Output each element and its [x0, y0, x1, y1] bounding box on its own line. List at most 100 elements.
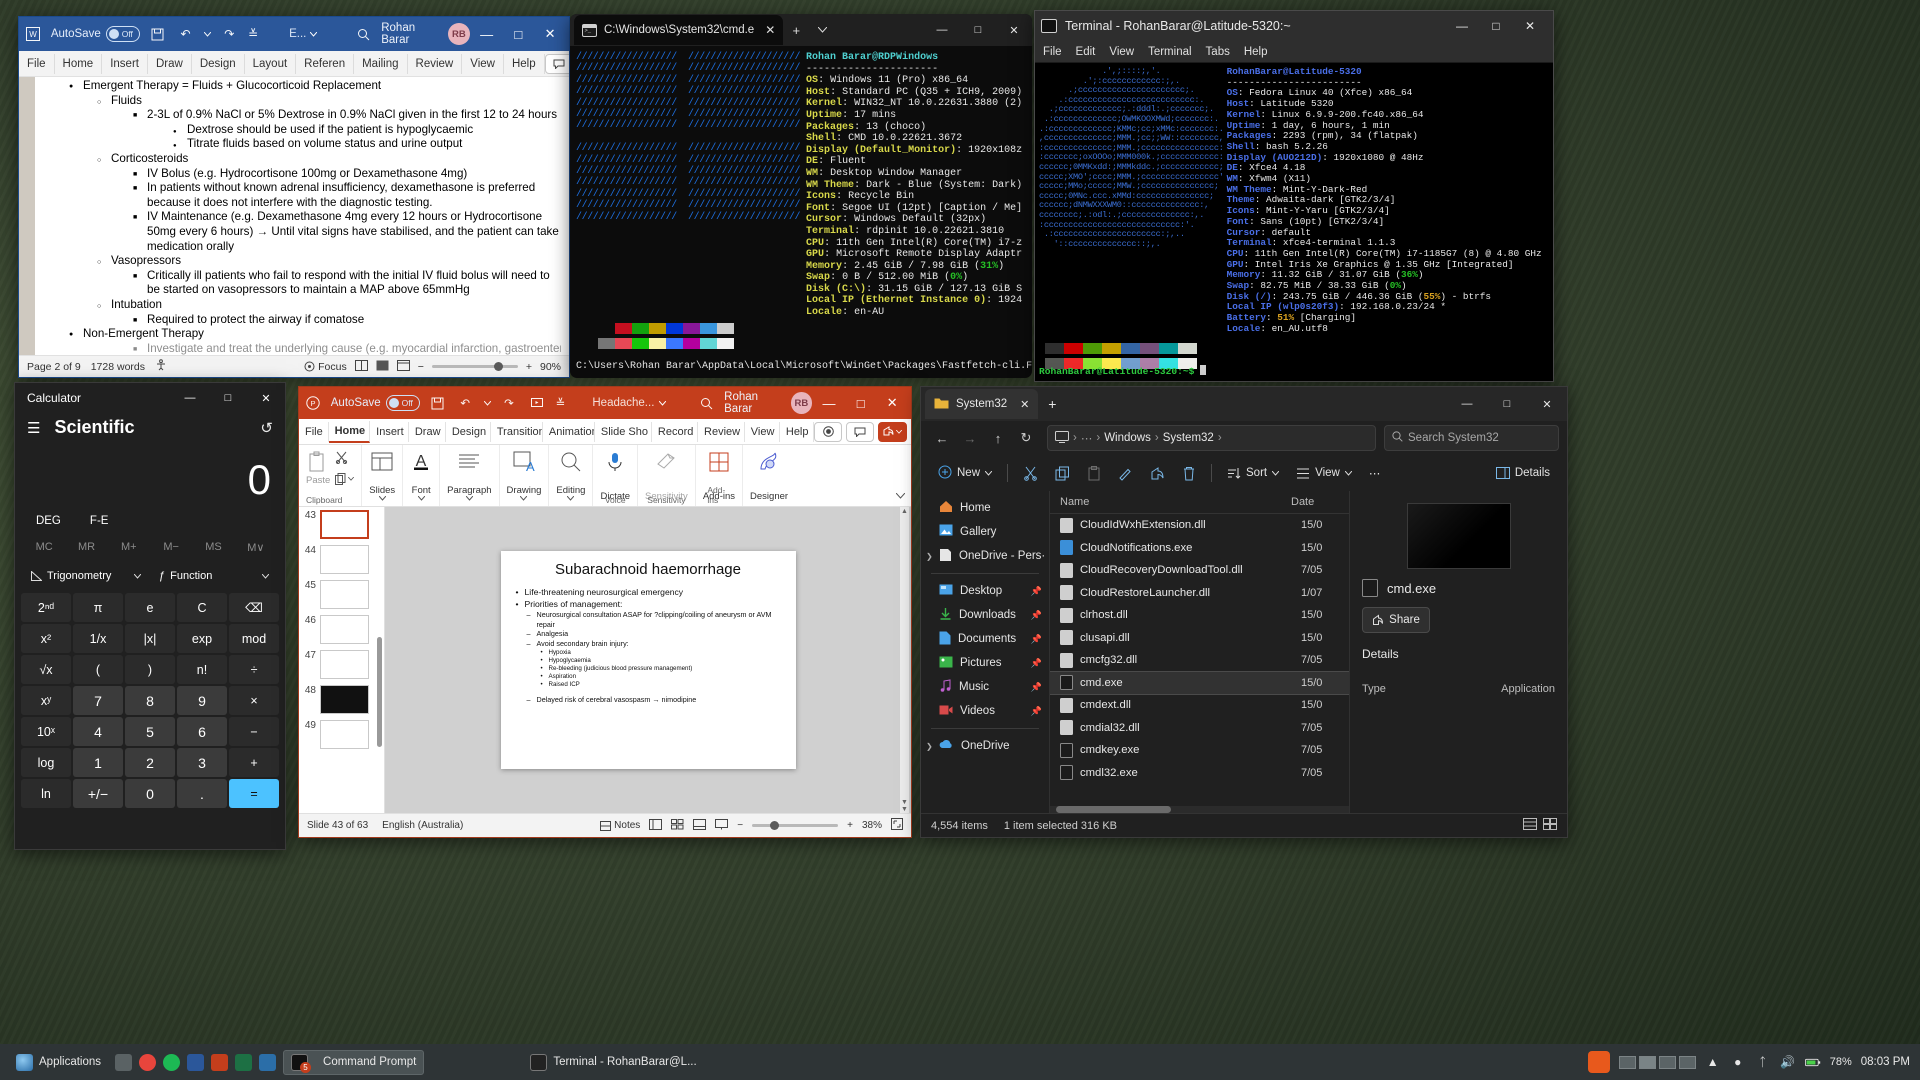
pin-icon[interactable]: 📌 [1031, 586, 1042, 597]
ppt-slide-counter[interactable]: Slide 43 of 63 [307, 820, 368, 831]
clock[interactable]: 08:03 PM [1861, 1056, 1910, 1068]
redo-icon[interactable]: ↷ [219, 24, 239, 44]
taskbar-window-terminal[interactable]: Terminal - RohanBarar@L... [523, 1051, 703, 1074]
ppt-slide[interactable]: Subarachnoid haemorrhage Life-threatenin… [500, 551, 796, 769]
calc-key-equals[interactable]: = [229, 779, 279, 808]
comments-button[interactable] [544, 53, 569, 74]
explorer-maximize-button[interactable]: □ [1487, 387, 1527, 421]
memory-clear-button[interactable]: MC [23, 536, 65, 559]
word-tab-insert[interactable]: Insert [102, 53, 148, 74]
ppt-tab-record[interactable]: Record [652, 421, 699, 442]
menu-view[interactable]: View [1109, 46, 1134, 58]
chevron-up-icon[interactable]: ▲ [1705, 1054, 1721, 1070]
word-tab-view[interactable]: View [462, 53, 504, 74]
column-header-name[interactable]: Name [1060, 496, 1291, 508]
back-button[interactable]: ← [929, 425, 955, 451]
calc-key-exp[interactable]: exp [177, 624, 227, 653]
sidebar-item-videos[interactable]: Videos 📌 [921, 699, 1049, 723]
word-ribbon-tabs[interactable]: File Home Insert Draw Design Layout Refe… [19, 51, 569, 77]
calc-key-ten-power-x[interactable]: 10ˣ [21, 717, 71, 746]
autosave-control[interactable]: AutoSave Off [51, 26, 140, 42]
undo-icon[interactable]: ↶ [176, 24, 196, 44]
font-icon[interactable]: A [410, 449, 432, 475]
memory-subtract-button[interactable]: M− [150, 536, 192, 559]
slides-icon[interactable] [371, 449, 393, 475]
ppt-notes-button[interactable]: Notes [600, 820, 640, 831]
calculator-maximize-button[interactable]: □ [209, 383, 247, 413]
rename-button[interactable] [1111, 460, 1140, 486]
explorer-nav-bar[interactable]: ← → ↑ ↻ › ⋯ › Windows › System32 › Searc… [921, 421, 1567, 455]
calc-key-ln[interactable]: ln [21, 779, 71, 808]
ppt-tab-review[interactable]: Review [698, 421, 745, 442]
memory-list-button[interactable]: M∨ [235, 536, 277, 559]
function-dropdown[interactable]: ƒ Function [153, 565, 275, 587]
pin-icon[interactable]: 📌 [1031, 610, 1042, 621]
linux-close-button[interactable]: ✕ [1513, 11, 1547, 41]
calculator-close-button[interactable]: ✕ [247, 383, 285, 413]
ppt-ribbon[interactable]: Paste Clipboard Slides A Font Paragraph [299, 445, 911, 507]
ppt-search-icon[interactable] [696, 393, 716, 413]
ppt-zoom-level[interactable]: 38% [862, 820, 882, 831]
cut-icon[interactable] [335, 451, 354, 467]
details-pane-button[interactable]: Details [1489, 460, 1557, 486]
menu-file[interactable]: File [1043, 46, 1062, 58]
ppt-redo-icon[interactable]: ↷ [499, 393, 519, 413]
ppt-zoom-out-button[interactable]: − [737, 820, 743, 831]
reading-view-icon[interactable] [693, 818, 707, 833]
calc-key-root[interactable]: √x [21, 655, 71, 684]
this-pc-icon[interactable] [1055, 430, 1069, 446]
memory-recall-button[interactable]: MR [65, 536, 107, 559]
excel-launcher-icon[interactable] [235, 1053, 253, 1071]
chevron-right-icon[interactable]: ❯ [926, 742, 933, 751]
thumbnail-item[interactable]: 49 [299, 717, 384, 752]
cut-button[interactable] [1016, 460, 1045, 486]
word-tab-references[interactable]: Referen [296, 53, 355, 74]
file-list-header[interactable]: Name Date [1050, 491, 1349, 514]
workspace-switcher[interactable] [1618, 1055, 1696, 1069]
pin-icon[interactable]: 📌 [1031, 706, 1042, 717]
word-tab-home[interactable]: Home [55, 53, 103, 74]
calc-key-1[interactable]: 1 [73, 748, 123, 777]
accessibility-icon[interactable] [155, 359, 167, 374]
add-ins-icon[interactable] [708, 449, 730, 475]
table-row[interactable]: cmdkey.exe 7/05 [1050, 739, 1349, 762]
zoom-out-button[interactable]: − [418, 361, 424, 373]
calc-key-7[interactable]: 7 [73, 686, 123, 715]
file-rows[interactable]: CloudIdWxhExtension.dll 15/0 CloudNotific… [1050, 514, 1349, 806]
thumbnail-item[interactable]: 45 [299, 577, 384, 612]
pin-icon[interactable]: 📌 [1031, 682, 1042, 693]
forward-button[interactable]: → [957, 425, 983, 451]
ppt-tab-transitions[interactable]: Transition [491, 421, 543, 442]
delete-button[interactable] [1175, 460, 1203, 486]
calc-key-square-alt[interactable]: 2ⁿᵈ [21, 593, 71, 622]
calc-key-8[interactable]: 8 [125, 686, 175, 715]
calc-key-pi[interactable]: π [73, 593, 123, 622]
cmd-close-button[interactable]: ✕ [996, 14, 1032, 46]
ribbon-group-paragraph[interactable]: Paragraph [440, 445, 500, 506]
autosave-toggle[interactable]: Off [105, 26, 140, 42]
cmd-tab-close-icon[interactable]: ✕ [765, 23, 775, 37]
ribbon-group-drawing[interactable]: A Drawing [500, 445, 550, 506]
calc-key-0[interactable]: 0 [125, 779, 175, 808]
word-launcher-icon[interactable] [187, 1053, 205, 1071]
slide-sorter-icon[interactable] [671, 818, 684, 833]
calc-key-minus[interactable]: − [229, 717, 279, 746]
cmd-maximize-button[interactable]: □ [960, 14, 996, 46]
memory-add-button[interactable]: M+ [108, 536, 150, 559]
search-box[interactable]: Search System32 [1384, 425, 1559, 451]
undo-chevron-icon[interactable] [203, 24, 211, 44]
word-filename[interactable]: E... [289, 28, 318, 40]
ppt-slide-stage[interactable]: Subarachnoid haemorrhage Life-threatenin… [385, 507, 911, 813]
applications-menu-button[interactable]: Applications [9, 1051, 108, 1074]
read-mode-icon[interactable] [354, 359, 368, 374]
calc-key-backspace[interactable]: ⌫ [229, 593, 279, 622]
calc-key-mod[interactable]: mod [229, 624, 279, 653]
sensitivity-icon[interactable] [654, 449, 678, 475]
browser-launcher-icon[interactable] [139, 1053, 157, 1071]
calc-key-decimal[interactable]: . [177, 779, 227, 808]
thumbnail-preview[interactable] [320, 545, 369, 574]
calculator-dropdown-row[interactable]: Trigonometry ƒ Function [15, 563, 285, 593]
table-row[interactable]: cmdext.dll 15/0 [1050, 694, 1349, 717]
linux-terminal-window[interactable]: Terminal - RohanBarar@Latitude-5320:~ — … [1034, 10, 1554, 382]
word-tab-review[interactable]: Review [408, 53, 463, 74]
